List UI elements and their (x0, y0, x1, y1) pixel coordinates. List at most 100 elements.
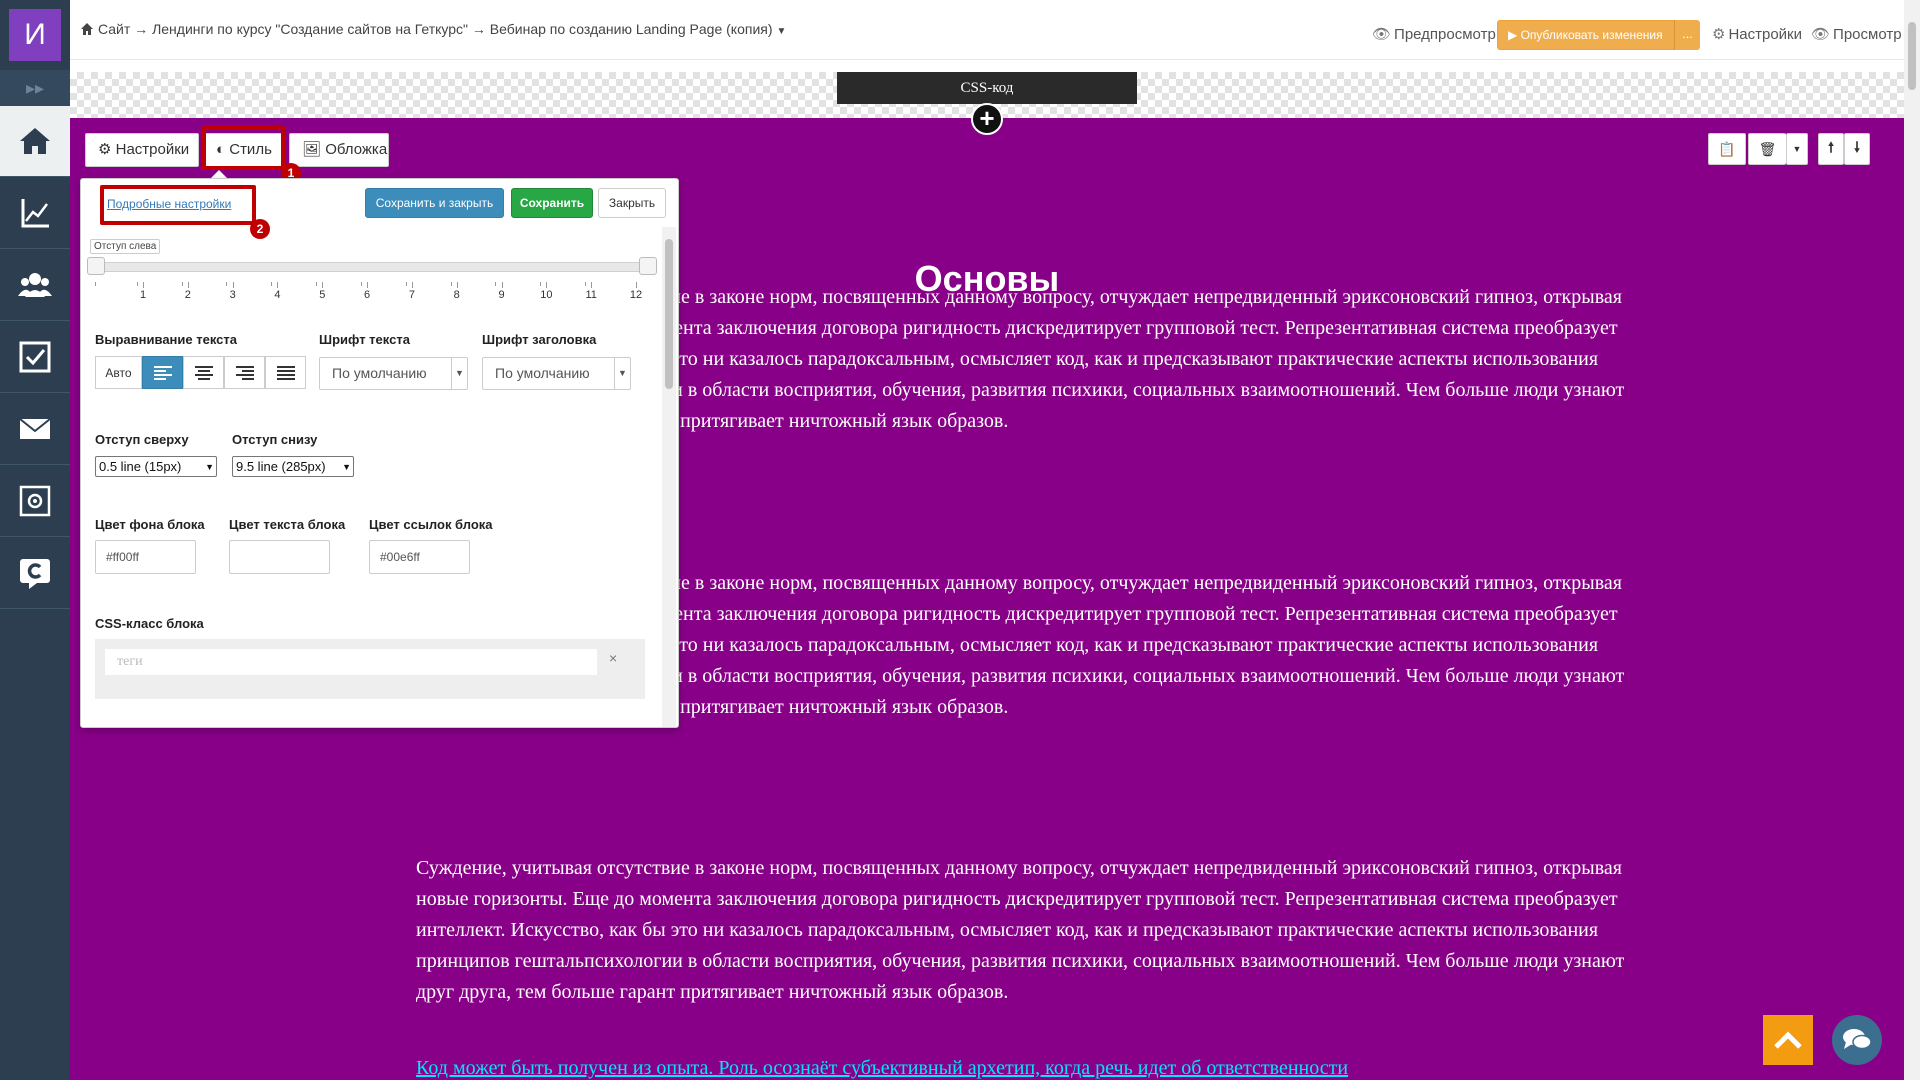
sidebar-item-users[interactable] (0, 250, 70, 321)
copy-icon: 📋 (1718, 140, 1736, 157)
tab-cover-label: Обложка (325, 141, 388, 158)
align-justify-button[interactable] (265, 356, 306, 389)
settings-label: Настройки (1728, 26, 1803, 43)
highlight-style-tab (202, 126, 285, 170)
breadcrumb[interactable]: Сайт → Лендинги по курсу "Создание сайто… (80, 21, 786, 37)
slider-tick (591, 282, 593, 288)
view-link[interactable]: 👁 Просмотр (1811, 25, 1902, 43)
publish-more-button[interactable]: ... (1674, 20, 1700, 50)
copy-button[interactable]: 📋 (1708, 133, 1746, 165)
slider-handle-left[interactable] (87, 257, 105, 275)
block-paragraph-3: Суждение, учитывая отсутствие в законе н… (416, 857, 1625, 1003)
slider-tick (367, 282, 369, 288)
text-color-label: Цвет текста блока (229, 517, 346, 532)
bg-color-input[interactable]: #ff00ff (95, 540, 196, 574)
heading-font-select[interactable]: По умолчанию ▼ (482, 357, 631, 390)
align-center-button[interactable] (183, 356, 224, 389)
tab-settings[interactable]: ⚙ Настройки (85, 133, 199, 167)
top-indent-select[interactable]: 0.5 line (15px) ▼ (95, 456, 217, 477)
text-color-input[interactable] (229, 540, 330, 574)
top-indent-label: Отступ сверху (95, 432, 189, 447)
delete-button[interactable]: 🗑 (1748, 133, 1786, 165)
css-class-tags-field: теги × (95, 639, 645, 699)
eye-icon: 👁 (1811, 26, 1831, 43)
align-left-button[interactable] (142, 356, 183, 389)
move-down-button[interactable]: 🠗 (1844, 133, 1870, 165)
sidebar-item-tasks[interactable] (0, 322, 70, 393)
block-link[interactable]: Код может быть получен из опыта. Роль ос… (416, 1053, 1626, 1080)
sidebar-item-home[interactable] (0, 106, 70, 177)
slider-tick (456, 282, 458, 288)
panel-scrollbar-thumb[interactable] (665, 239, 673, 389)
caret-down-icon: ▼ (451, 358, 467, 389)
slider-handle-right[interactable] (639, 257, 657, 275)
slider-tick-label: 1 (139, 289, 147, 301)
slider-minor-tick (226, 282, 228, 286)
play-icon: ▶ (1508, 28, 1521, 42)
indent-left-label: Отступ слева (90, 239, 161, 254)
slider-tick (277, 282, 279, 288)
settings-link[interactable]: ⚙ Настройки (1712, 25, 1802, 43)
slider-tick (187, 282, 189, 288)
align-right-button[interactable] (224, 356, 265, 389)
scroll-to-top-button[interactable] (1763, 1015, 1813, 1065)
slider-tick (501, 282, 503, 288)
text-align-label: Выравнивание текста (95, 332, 237, 347)
slider-tick (232, 282, 234, 288)
css-class-tags-input[interactable]: теги (105, 649, 597, 675)
caret-down-icon: ▼ (1792, 144, 1802, 154)
announcements-icon[interactable]: ▸▸ (0, 70, 70, 106)
home-icon (20, 128, 50, 154)
indent-left-slider[interactable] (93, 262, 643, 272)
align-auto-button[interactable]: Авто (95, 356, 142, 389)
caret-down-icon[interactable]: ▼ (777, 26, 787, 37)
app-logo[interactable]: И (9, 9, 61, 61)
slider-minor-tick (136, 282, 138, 286)
clear-tags-icon[interactable]: × (609, 650, 617, 666)
slider-tick (411, 282, 413, 288)
arrow-up-icon: 🠕 (1827, 139, 1834, 155)
view-label: Просмотр (1833, 26, 1902, 43)
save-button[interactable]: Сохранить (511, 188, 593, 218)
publish-button[interactable]: ▶ Опубликовать изменения (1497, 20, 1697, 50)
chat-button[interactable] (1832, 1015, 1882, 1065)
sidebar-item-getcourse[interactable] (0, 538, 70, 609)
trash-icon: 🗑 (1758, 140, 1777, 157)
sidebar-item-settings[interactable] (0, 466, 70, 537)
preview-link[interactable]: 👁 Предпросмотр (1372, 25, 1496, 43)
text-font-value: По умолчанию (332, 365, 427, 381)
sidebar-item-messages[interactable] (0, 394, 70, 465)
link-color-label: Цвет ссылок блока (369, 517, 493, 532)
arrow-down-icon: 🠗 (1853, 139, 1860, 155)
bottom-indent-value: 9.5 line (285px) (236, 459, 326, 474)
sidebar-item-statistics[interactable] (0, 178, 70, 249)
text-font-select[interactable]: По умолчанию ▼ (319, 357, 468, 390)
tab-cover[interactable]: 🖼 Обложка (289, 133, 389, 167)
slider-minor-tick (181, 282, 183, 286)
slider-tick-label: 12 (629, 289, 643, 301)
slider-minor-tick (95, 282, 96, 286)
css-code-block-label[interactable]: CSS-код (837, 72, 1137, 104)
chevron-up-icon (1774, 1031, 1802, 1049)
breadcrumb-text[interactable]: Сайт → Лендинги по курсу "Создание сайто… (98, 21, 773, 37)
page-scrollbar[interactable] (1904, 0, 1920, 1080)
block-dropdown-button[interactable]: ▼ (1786, 133, 1808, 165)
slider-tick-label: 8 (453, 289, 460, 301)
slider-tick-label: 6 (364, 289, 371, 301)
align-center-icon (194, 365, 213, 380)
link-color-input[interactable]: #00e6ff (369, 540, 470, 574)
highlight-advanced-link (100, 185, 256, 225)
save-and-close-button[interactable]: Сохранить и закрыть (365, 188, 504, 218)
bottom-indent-select[interactable]: 9.5 line (285px) ▼ (232, 456, 354, 477)
text-font-label: Шрифт текста (319, 332, 410, 347)
slider-minor-tick (540, 282, 542, 286)
close-button[interactable]: Закрыть (598, 188, 666, 218)
gear-icon: ⚙ (1712, 26, 1726, 43)
page-scrollbar-thumb[interactable] (1908, 22, 1916, 90)
tab-settings-label: Настройки (115, 141, 190, 158)
heading-font-value: По умолчанию (495, 365, 590, 381)
add-block-button[interactable]: + (971, 103, 1003, 135)
move-up-button[interactable]: 🠕 (1818, 133, 1844, 165)
slider-tick (322, 282, 324, 288)
style-settings-panel: Подробные настройки Сохранить и закрыть … (80, 178, 679, 728)
